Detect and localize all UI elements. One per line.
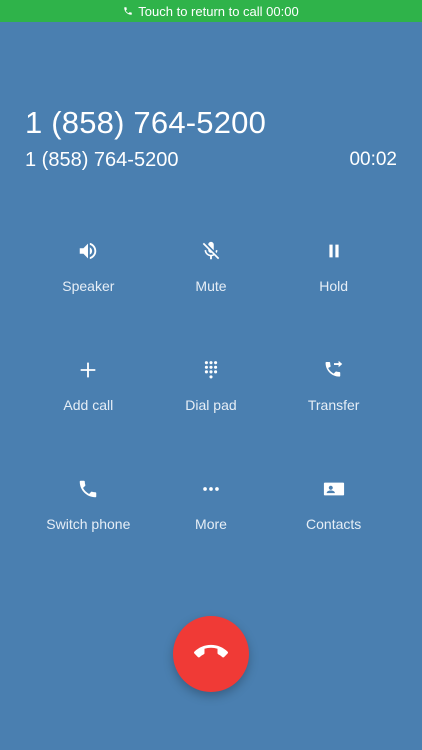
mic-off-icon <box>198 238 224 264</box>
switch-phone-button[interactable]: Switch phone <box>27 476 150 540</box>
transfer-call-icon <box>321 357 347 383</box>
hang-up-icon <box>194 635 228 674</box>
return-to-call-text: Touch to return to call 00:00 <box>138 3 299 19</box>
more-label: More <box>195 516 227 532</box>
add-call-label: Add call <box>63 397 114 413</box>
transfer-button[interactable]: Transfer <box>272 357 395 421</box>
return-to-call-banner[interactable]: Touch to return to call 00:00 <box>0 0 422 22</box>
hold-label: Hold <box>319 278 349 294</box>
contact-card-icon <box>321 476 347 502</box>
contacts-button[interactable]: Contacts <box>272 476 395 540</box>
dial-pad-button[interactable]: Dial pad <box>150 357 273 421</box>
phone-icon <box>75 476 101 502</box>
contacts-label: Contacts <box>306 516 362 532</box>
add-call-button[interactable]: Add call <box>27 357 150 421</box>
speaker-icon <box>75 238 101 264</box>
more-button[interactable]: More <box>150 476 273 540</box>
dialpad-icon <box>198 357 224 383</box>
caller-number: 1 (858) 764-5200 <box>25 149 179 171</box>
more-dots-icon <box>198 476 224 502</box>
speaker-label: Speaker <box>62 278 115 294</box>
plus-icon <box>75 357 101 383</box>
call-timer: 00:02 <box>349 149 397 170</box>
pause-icon <box>321 238 347 264</box>
mute-button[interactable]: Mute <box>150 238 273 302</box>
end-call-button[interactable] <box>173 616 249 692</box>
caller-name: 1 (858) 764-5200 <box>25 105 267 140</box>
hold-button[interactable]: Hold <box>272 238 395 302</box>
dial-pad-label: Dial pad <box>185 397 237 413</box>
phone-icon <box>123 4 133 19</box>
switch-phone-label: Switch phone <box>46 516 131 532</box>
transfer-label: Transfer <box>307 397 360 413</box>
call-controls: Speaker Mute Hold Add call Dial pad Tran… <box>27 238 395 540</box>
mute-label: Mute <box>195 278 227 294</box>
speaker-button[interactable]: Speaker <box>27 238 150 302</box>
